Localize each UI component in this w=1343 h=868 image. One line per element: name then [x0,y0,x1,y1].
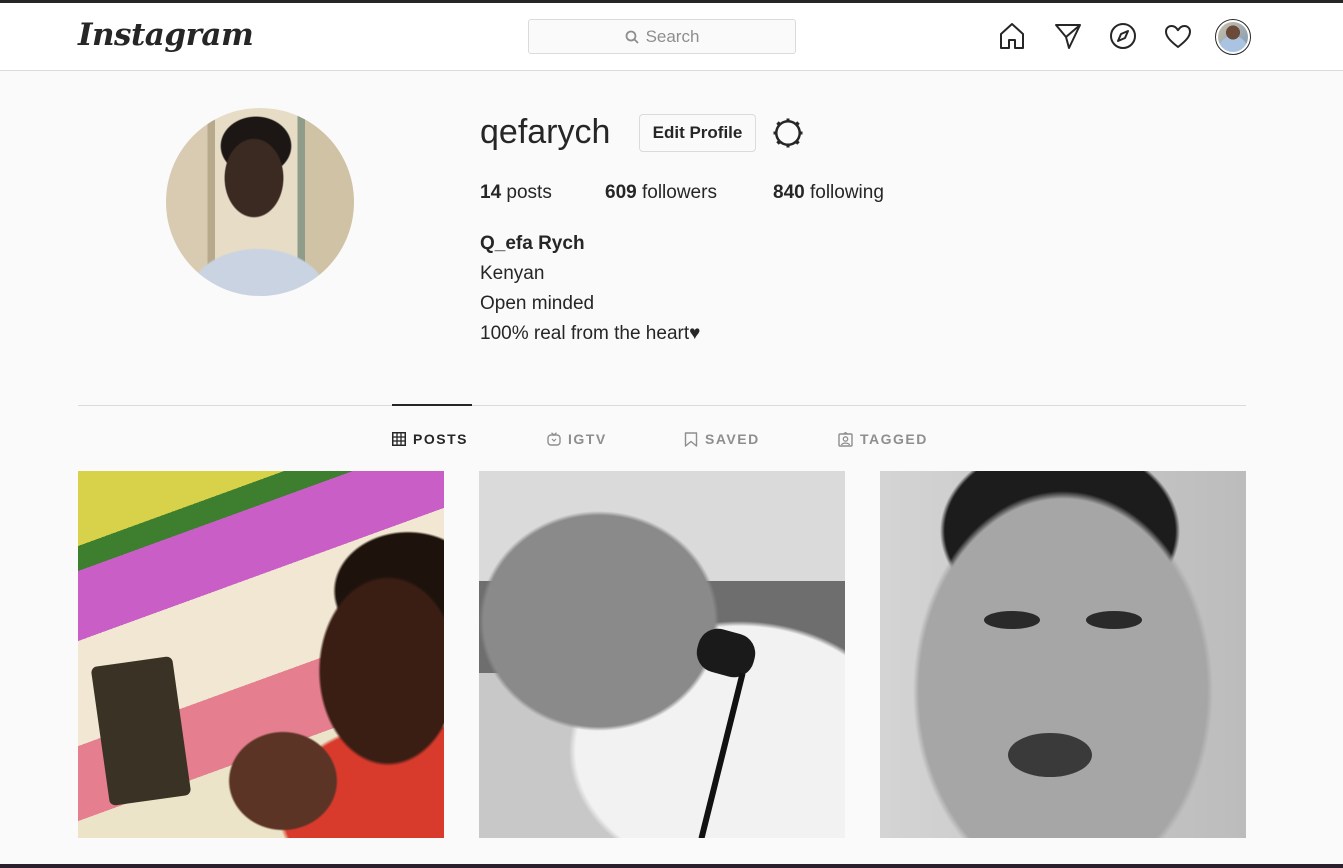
search-input[interactable]: Search [528,19,796,54]
tab-igtv-label: IGTV [568,431,607,447]
followers-count-label: followers [641,182,717,203]
igtv-icon [547,432,561,446]
bio-line: Kenyan [480,263,545,284]
active-tab-indicator [392,404,472,406]
followers-count-value: 609 [605,182,637,203]
tab-saved-label: SAVED [705,431,760,447]
nav-profile-avatar[interactable] [1215,19,1251,55]
direct-icon[interactable] [1052,20,1084,52]
tab-igtv[interactable]: IGTV [547,429,607,449]
posts-count-value: 14 [480,182,502,203]
bookmark-icon [684,431,698,447]
grid-icon [392,432,406,446]
edit-profile-button[interactable]: Edit Profile [639,114,756,152]
tab-tagged-label: TAGGED [860,431,928,447]
posts-count: 14 posts [480,182,552,204]
post-thumbnail[interactable] [78,471,444,838]
post-thumbnail[interactable] [479,471,845,838]
tab-posts-label: POSTS [413,431,468,447]
activity-heart-icon[interactable] [1162,20,1194,52]
search-icon [625,30,639,44]
bio-line: Open minded [480,293,595,314]
tab-posts[interactable]: POSTS [392,429,468,449]
search-placeholder: Search [645,26,700,46]
top-navbar: Instagram Search [0,3,1343,71]
following-count-value: 840 [773,182,805,203]
following-count-label: following [809,182,884,203]
post-image-detail [1086,611,1142,629]
profile-username: qefarych [480,113,611,151]
post-image-detail [90,655,192,807]
profile-full-name: Q_efa Rych [480,233,585,254]
post-image-detail [692,624,760,682]
profile-avatar[interactable] [166,108,354,296]
bio-line: 100% real from the heart♥ [480,323,701,344]
home-icon[interactable] [996,20,1028,52]
followers-link[interactable]: 609 followers [605,182,717,204]
window-bottom-border [0,864,1343,868]
gear-icon[interactable] [771,116,805,150]
post-image-detail [698,672,746,838]
posts-count-label: posts [506,182,552,203]
instagram-logo[interactable]: Instagram [78,17,254,53]
tagged-icon [838,431,853,447]
tab-saved[interactable]: SAVED [684,429,760,449]
post-thumbnail[interactable] [880,471,1246,838]
tabs-divider [78,405,1246,406]
post-image-detail [1008,733,1092,777]
post-image-detail [984,611,1040,629]
following-link[interactable]: 840 following [773,182,884,204]
tab-tagged[interactable]: TAGGED [838,429,928,449]
avatar-image [1218,22,1248,52]
explore-icon[interactable] [1107,20,1139,52]
